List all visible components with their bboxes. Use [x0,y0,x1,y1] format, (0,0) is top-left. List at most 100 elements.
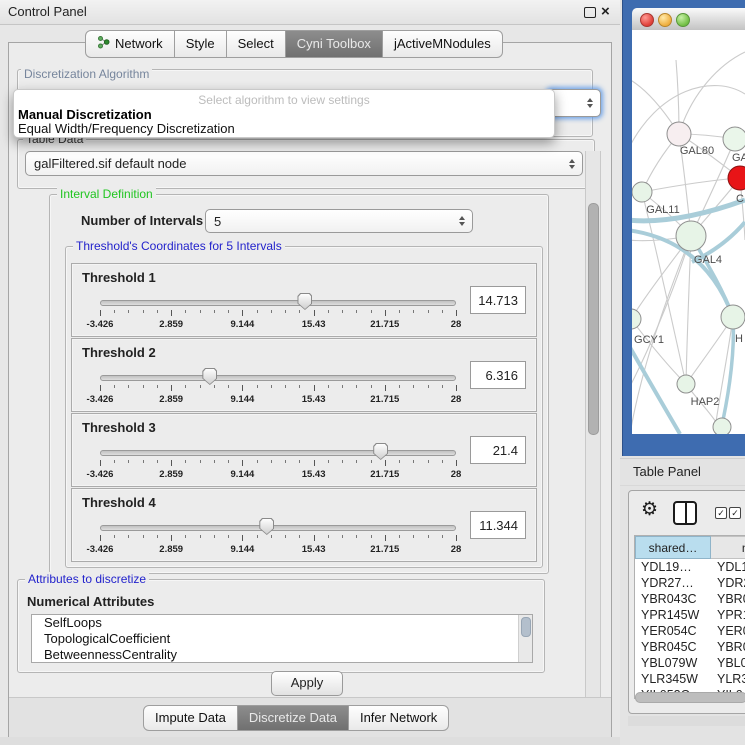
table-row[interactable]: YBR043CYBR0 [635,591,745,607]
horizontal-scrollbar[interactable] [635,692,745,703]
number-of-intervals-value: 5 [214,214,221,229]
node-gal4[interactable] [676,221,706,251]
tab-label: Network [115,36,163,51]
list-item[interactable]: TopologicalCoefficient [32,631,532,647]
node-h[interactable] [721,305,745,329]
node-gal11[interactable] [632,182,652,202]
threshold-slider[interactable]: -3.4262.8599.14415.4321.71528 [100,444,456,484]
tab-infer-network[interactable]: Infer Network [349,705,449,731]
algorithm-combobox[interactable] [547,89,601,117]
number-of-intervals-combobox[interactable]: 5 [205,209,473,233]
column-header-name[interactable]: na [711,536,745,559]
table-row[interactable]: YDR27…YDR2 [635,575,745,591]
slider-ticks [100,385,456,393]
window-bottom-edge [0,737,620,745]
node-partial-bottom[interactable] [713,418,731,434]
table-cell: YER0 [713,623,745,639]
table-row[interactable]: YDL19…YDL1 [635,559,745,575]
close-icon[interactable]: × [601,1,610,23]
table-cell: YDR27… [635,575,713,591]
table-cell: YBR043C [635,591,713,607]
stepper-icon [569,159,575,169]
slider-ticks [100,535,456,543]
checkbox-icon[interactable]: ✓ [729,507,741,519]
slider-handle[interactable] [202,368,217,385]
threshold-value-field[interactable]: 6.316 [470,361,526,389]
list-scrollbar[interactable] [518,615,532,662]
popup-placeholder: Select algorithm to view settings [14,93,554,107]
node-label: H [735,333,743,345]
threshold-label: Threshold 4 [82,495,156,510]
table-row[interactable]: YPR145WYPR1 [635,607,745,623]
node-partial-top-right[interactable] [723,127,745,151]
tab-network[interactable]: Network [85,30,175,58]
scrollbar-thumb[interactable] [588,203,599,435]
node-label: GA [732,152,745,164]
slider-tick-labels: -3.4262.8599.14415.4321.71528 [100,319,456,331]
numerical-attributes-label: Numerical Attributes [27,594,154,609]
apply-button[interactable]: Apply [271,671,343,696]
column-header-shared-name[interactable]: shared… [635,536,711,559]
node-red-selected[interactable] [728,166,745,190]
node-gal80[interactable] [667,122,691,146]
slider-ticks [100,310,456,318]
zoom-traffic-light[interactable] [676,13,690,27]
tab-cyni-toolbox[interactable]: Cyni Toolbox [286,30,383,58]
tab-label: jActiveMNodules [394,36,491,51]
threshold-slider[interactable]: -3.4262.8599.14415.4321.71528 [100,294,456,334]
threshold-value-field[interactable]: 11.344 [470,511,526,539]
table-cell: YPR145W [635,607,713,623]
tab-impute-data[interactable]: Impute Data [143,705,238,731]
network-canvas[interactable]: GAL80 GA C GAL11 GAL4 GCY1 H HAP2 [632,30,745,434]
screen: { "control_panel": { "title": "Control P… [0,0,745,745]
gear-icon[interactable]: ⚙ [641,499,658,521]
popup-option-manual[interactable]: Manual Discretization [18,107,152,122]
popup-option-equal-width[interactable]: Equal Width/Frequency Discretization [18,121,235,136]
table-row[interactable]: YLR345WYLR3 [635,671,745,687]
table-cell: YLR345W [635,671,713,687]
tab-discretize-data[interactable]: Discretize Data [238,705,349,731]
checkbox-icon[interactable]: ✓ [715,507,727,519]
stepper-icon [459,216,465,226]
slider-track[interactable] [100,450,456,456]
table-row[interactable]: YBL079WYBL0 [635,655,745,671]
slider-track[interactable] [100,525,456,531]
node-hap2[interactable] [677,375,695,393]
panel-scrollbar[interactable] [585,151,601,697]
table-data-combobox[interactable]: galFiltered.sif default node [25,151,583,176]
list-item[interactable]: BetweennessCentrality [32,647,532,663]
tab-style[interactable]: Style [175,30,227,58]
tab-label: Style [186,36,215,51]
node-gcy1[interactable] [632,309,641,329]
stepper-icon [587,98,593,108]
minimize-traffic-light[interactable] [658,13,672,27]
slider-track[interactable] [100,300,456,306]
threshold-value-field[interactable]: 21.4 [470,436,526,464]
slider-track[interactable] [100,375,456,381]
table-row[interactable]: YBR045CYBR0 [635,639,745,655]
slider-tick-labels: -3.4262.8599.14415.4321.71528 [100,469,456,481]
slider-handle[interactable] [373,443,388,460]
split-columns-icon[interactable] [673,501,697,525]
table-body[interactable]: YDL19…YDL1YDR27…YDR2YBR043CYBR0YPR145WYP… [635,559,745,698]
attributes-list[interactable]: SelfLoopsTopologicalCoefficientBetweenne… [31,614,533,663]
list-item[interactable]: SelfLoops [32,615,532,631]
threshold-value-field[interactable]: 14.713 [470,286,526,314]
node-label: GCY1 [634,334,664,346]
close-traffic-light[interactable] [640,13,654,27]
tab-select[interactable]: Select [227,30,286,58]
tab-jactivemnodules[interactable]: jActiveMNodules [383,30,503,58]
float-window-icon[interactable] [584,7,596,18]
node-table[interactable]: shared… na YDL19…YDL1YDR27…YDR2YBR043CYB… [634,535,745,699]
table-data-value: galFiltered.sif default node [34,156,186,171]
threshold-slider[interactable]: -3.4262.8599.14415.4321.71528 [100,369,456,409]
network-window-titlebar[interactable] [632,8,745,31]
slider-handle[interactable] [259,518,274,535]
node-label: HAP2 [691,396,720,408]
threshold-slider[interactable]: -3.4262.8599.14415.4321.71528 [100,519,456,559]
node-label: C [736,193,744,205]
table-row[interactable]: YER054CYER0 [635,623,745,639]
scrollbar-thumb[interactable] [521,617,531,637]
slider-handle[interactable] [297,293,312,310]
table-cell: YDR2 [713,575,745,591]
